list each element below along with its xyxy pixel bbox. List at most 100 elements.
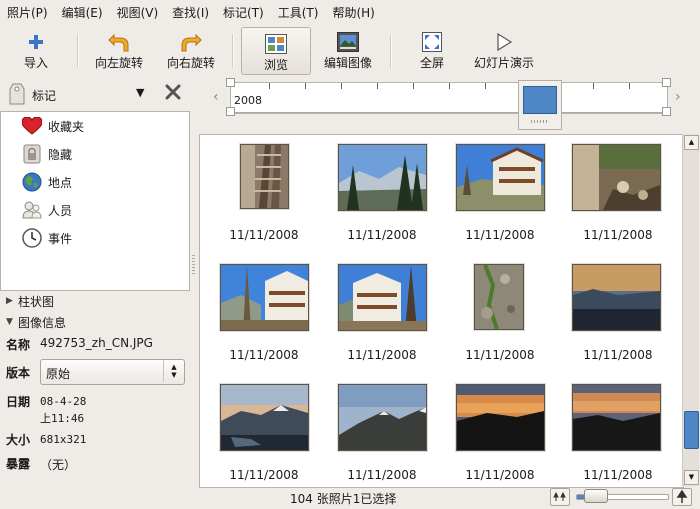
timeline-right-icon[interactable]: › bbox=[675, 89, 681, 105]
photo-cell[interactable]: 11/11/2008 bbox=[559, 264, 677, 384]
photo-thumbnail[interactable] bbox=[572, 144, 661, 211]
toolbar-separator bbox=[77, 34, 79, 68]
photo-thumbnail[interactable] bbox=[456, 144, 545, 211]
info-name-row: 名称 bbox=[6, 336, 40, 353]
status-text: 104 张照片1已选择 bbox=[290, 492, 397, 506]
photo-cell[interactable]: 11/11/2008 bbox=[441, 384, 559, 487]
triangle-right-icon: ▶ bbox=[6, 296, 13, 306]
sidebar-item-hidden[interactable]: 隐藏 bbox=[21, 142, 72, 166]
fullscreen-icon bbox=[421, 31, 443, 53]
slideshow-label: 幻灯片演示 bbox=[473, 56, 534, 70]
photo-thumbnail[interactable] bbox=[220, 264, 309, 331]
info-exposure-key: 暴露 bbox=[6, 457, 31, 471]
timeline-marker-grip bbox=[531, 120, 547, 123]
menu-tags[interactable]: 标记(T) bbox=[216, 0, 271, 26]
rotate-right-label: 向右旋转 bbox=[166, 56, 215, 70]
rotate-left-button[interactable]: 向左旋转 bbox=[88, 26, 150, 76]
scroll-up-icon[interactable]: ▲ bbox=[684, 135, 699, 150]
globe-icon bbox=[21, 171, 43, 193]
photo-cell[interactable]: 11/11/2008 bbox=[205, 144, 323, 264]
pane-resize-handle[interactable] bbox=[192, 255, 195, 275]
timeline-left-icon[interactable]: ‹ bbox=[213, 89, 219, 105]
sidebar-item-people[interactable]: 人员 bbox=[21, 198, 72, 222]
photo-cell[interactable]: 11/11/2008 bbox=[559, 144, 677, 264]
photo-thumbnail[interactable] bbox=[338, 384, 427, 451]
histogram-expander[interactable]: ▶ 柱状图 bbox=[6, 292, 54, 310]
photo-cell[interactable]: 11/11/2008 bbox=[323, 384, 441, 487]
photo-thumbnail[interactable] bbox=[338, 264, 427, 331]
photo-thumbnail[interactable] bbox=[474, 264, 524, 330]
toolbar-separator bbox=[232, 34, 234, 68]
photo-cell[interactable]: 11/11/2008 bbox=[205, 264, 323, 384]
import-button[interactable]: 导入 bbox=[14, 26, 58, 76]
chevron-down-icon[interactable]: ▼ bbox=[136, 86, 144, 99]
photo-date: 11/11/2008 bbox=[465, 228, 535, 242]
version-select[interactable]: 原始 ▲ ▼ bbox=[40, 359, 185, 385]
rotate-left-label: 向左旋转 bbox=[94, 56, 143, 70]
heart-icon bbox=[21, 115, 43, 137]
timeline-year: 2008 bbox=[234, 94, 262, 107]
menubar: 照片(P) 编辑(E) 视图(V) 查找(I) 标记(T) 工具(T) 帮助(H… bbox=[0, 0, 700, 26]
photo-cell[interactable]: 11/11/2008 bbox=[323, 144, 441, 264]
rotate-left-icon bbox=[108, 31, 130, 53]
edit-image-icon bbox=[337, 31, 359, 53]
photo-thumbnail[interactable] bbox=[220, 384, 309, 451]
edit-image-button[interactable]: 编辑图像 bbox=[318, 26, 378, 76]
triangle-down-icon: ▼ bbox=[6, 317, 13, 327]
zoom-out-button[interactable] bbox=[550, 488, 570, 506]
info-size-row: 大小 bbox=[6, 431, 40, 448]
photo-thumbnail[interactable] bbox=[240, 144, 289, 209]
photo-thumbnail[interactable] bbox=[572, 264, 661, 331]
photo-cell[interactable]: 11/11/2008 bbox=[559, 384, 677, 487]
menu-view[interactable]: 视图(V) bbox=[110, 0, 166, 26]
timeline-tick bbox=[269, 83, 270, 89]
sidebar-item-label: 收藏夹 bbox=[48, 119, 85, 134]
zoom-in-button[interactable] bbox=[672, 488, 692, 506]
timeline-marker[interactable] bbox=[518, 80, 562, 130]
slideshow-button[interactable]: 幻灯片演示 bbox=[470, 26, 538, 76]
timeline-tick bbox=[629, 83, 630, 89]
photo-date: 11/11/2008 bbox=[229, 228, 299, 242]
sidebar-item-label: 隐藏 bbox=[48, 147, 73, 162]
info-name-value: 492753_zh_CN.JPG bbox=[40, 336, 153, 350]
timeline-handle[interactable] bbox=[662, 78, 671, 87]
fullscreen-button[interactable]: 全屏 bbox=[412, 26, 452, 76]
timeline[interactable]: 2008 bbox=[230, 82, 668, 114]
people-icon bbox=[21, 199, 43, 221]
photo-thumbnail[interactable] bbox=[456, 384, 545, 451]
timeline-handle[interactable] bbox=[662, 107, 671, 116]
rotate-right-button[interactable]: 向右旋转 bbox=[160, 26, 222, 76]
image-info-expander[interactable]: ▼ 图像信息 bbox=[6, 313, 66, 331]
fullscreen-label: 全屏 bbox=[419, 56, 444, 70]
menu-tools[interactable]: 工具(T) bbox=[271, 0, 326, 26]
sidebar-item-label: 地点 bbox=[48, 175, 73, 190]
timeline-handle[interactable] bbox=[226, 78, 235, 87]
browse-button[interactable]: 浏览 bbox=[241, 27, 311, 75]
tag-selector[interactable]: 标记 ▼ bbox=[6, 82, 188, 106]
browse-icon bbox=[265, 33, 287, 55]
photo-grid-scrollbar[interactable]: ▲ ▼ bbox=[682, 134, 699, 486]
photo-date: 11/11/2008 bbox=[465, 468, 535, 482]
timeline-handle[interactable] bbox=[226, 107, 235, 116]
sidebar-item-places[interactable]: 地点 bbox=[21, 170, 72, 194]
rotate-right-icon bbox=[180, 31, 202, 53]
photo-date: 11/11/2008 bbox=[347, 228, 417, 242]
sidebar-item-events[interactable]: 事件 bbox=[21, 226, 72, 250]
photo-thumbnail[interactable] bbox=[338, 144, 427, 211]
image-info-label: 图像信息 bbox=[18, 315, 67, 330]
zoom-slider-knob[interactable] bbox=[584, 489, 609, 503]
menu-find[interactable]: 查找(I) bbox=[165, 0, 216, 26]
photo-thumbnail[interactable] bbox=[572, 384, 661, 451]
tag-selector-label: 标记 bbox=[32, 89, 57, 103]
photo-cell[interactable]: 11/11/2008 bbox=[323, 264, 441, 384]
photo-cell[interactable]: 11/11/2008 bbox=[441, 264, 559, 384]
scroll-down-icon[interactable]: ▼ bbox=[684, 470, 699, 485]
scrollbar-thumb[interactable] bbox=[684, 411, 699, 449]
sidebar-item-favorites[interactable]: 收藏夹 bbox=[21, 114, 84, 138]
photo-cell[interactable]: 11/11/2008 bbox=[205, 384, 323, 487]
menu-help[interactable]: 帮助(H) bbox=[325, 0, 381, 26]
menu-edit[interactable]: 编辑(E) bbox=[55, 0, 110, 26]
close-icon[interactable] bbox=[164, 83, 182, 104]
menu-photo[interactable]: 照片(P) bbox=[0, 0, 55, 26]
photo-cell[interactable]: 11/11/2008 bbox=[441, 144, 559, 264]
